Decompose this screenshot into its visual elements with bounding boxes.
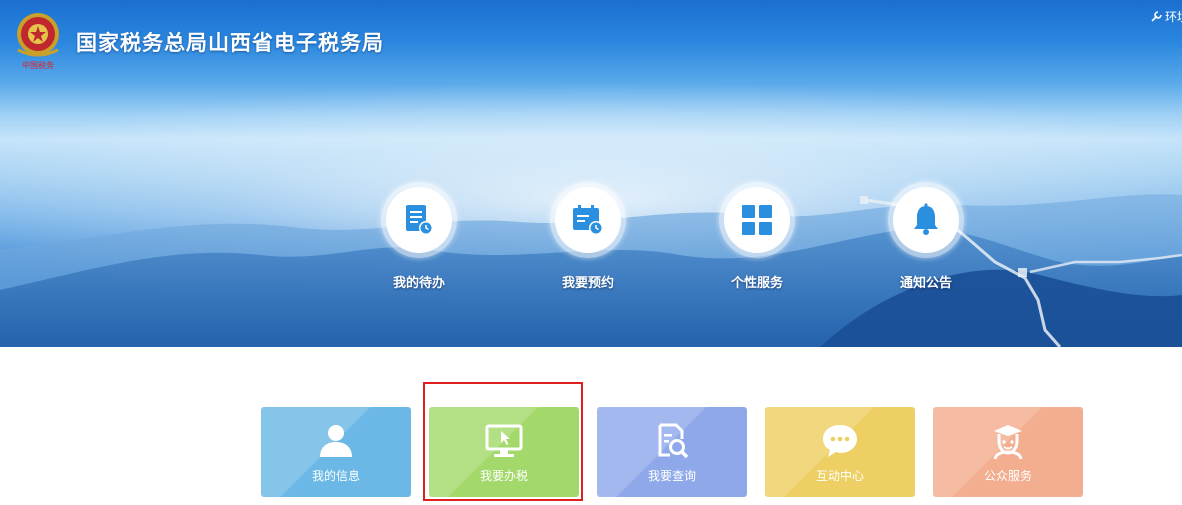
calendar-icon xyxy=(573,205,603,235)
nav-circle xyxy=(550,182,626,258)
tile-label: 我的信息 xyxy=(311,469,360,483)
environment-link-label: 环境 xyxy=(1165,10,1182,24)
service-person-icon xyxy=(993,425,1023,460)
wrench-icon xyxy=(1151,11,1162,22)
tile-label: 我要查询 xyxy=(647,469,696,483)
nav-label: 我要预约 xyxy=(561,276,614,291)
tile-label: 公众服务 xyxy=(983,469,1032,483)
search-document-icon xyxy=(658,423,689,459)
nav-circle xyxy=(888,182,964,258)
nav-appointment[interactable]: 我要预约 xyxy=(518,182,658,291)
todo-icon xyxy=(406,205,433,235)
nav-circle xyxy=(381,182,457,258)
nav-label: 个性服务 xyxy=(730,276,783,291)
nav-circle xyxy=(719,182,795,258)
monitor-icon xyxy=(485,424,523,457)
nav-announcements[interactable]: 通知公告 xyxy=(856,182,996,291)
tile-label: 互动中心 xyxy=(815,469,864,483)
nav-label: 通知公告 xyxy=(899,276,952,291)
tile-label: 我要办税 xyxy=(479,469,528,483)
nav-my-todo[interactable]: 我的待办 xyxy=(349,182,489,291)
tile-my-info[interactable]: 我的信息 xyxy=(261,407,411,497)
tax-emblem-icon: 中国税务 xyxy=(17,13,59,70)
bell-icon xyxy=(914,203,938,235)
tile-interaction-center[interactable]: 互动中心 xyxy=(765,407,915,497)
nav-personal-service[interactable]: 个性服务 xyxy=(687,182,827,291)
tile-query[interactable]: 我要查询 xyxy=(597,407,747,497)
chat-icon xyxy=(823,425,857,457)
tile-handle-tax[interactable]: 我要办税 xyxy=(429,407,579,497)
nav-label: 我的待办 xyxy=(392,276,445,291)
emblem-caption: 中国税务 xyxy=(22,60,54,70)
site-title: 国家税务总局山西省电子税务局 xyxy=(76,31,384,55)
user-icon xyxy=(320,425,352,457)
tile-public-service[interactable]: 公众服务 xyxy=(933,407,1083,497)
environment-link[interactable]: 环境 xyxy=(1150,8,1182,25)
grid-icon xyxy=(742,205,772,235)
header-banner: 中国税务 国家税务总局山西省电子税务局 环境 我的待办 xyxy=(0,0,1182,347)
